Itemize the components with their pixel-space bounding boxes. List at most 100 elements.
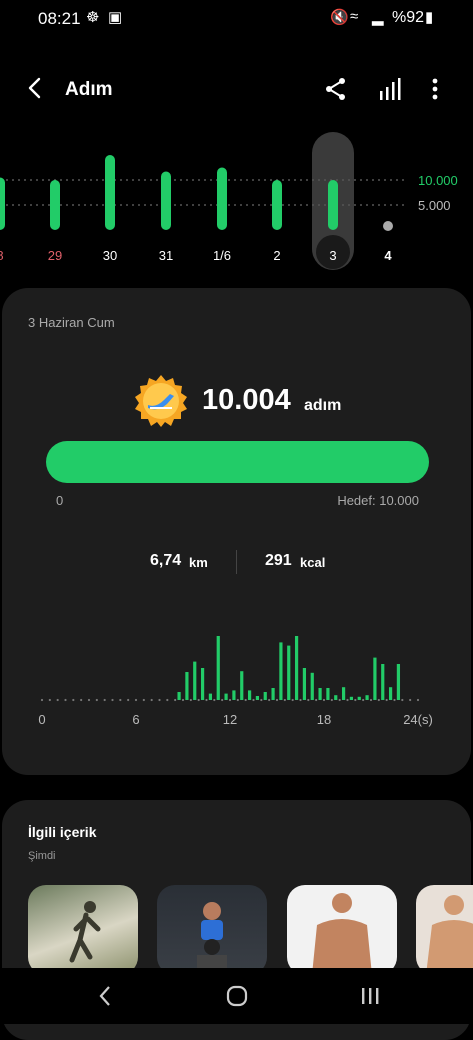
fitness-figure-icon [426, 895, 473, 975]
top-app-bar: Adım [0, 66, 473, 116]
hourly-baseline-dot [393, 698, 396, 702]
calories-value: 291 [265, 552, 292, 569]
share-icon[interactable] [323, 76, 349, 102]
steps-unit: adım [304, 397, 342, 414]
battery-icon: ▮ [425, 9, 434, 26]
hourly-bar [357, 696, 361, 700]
hourly-baseline-dot [385, 698, 388, 702]
hourly-bar [334, 695, 338, 700]
hourly-bar [216, 636, 220, 700]
chart-view-icon[interactable] [377, 76, 403, 102]
hourly-baseline-dot [275, 698, 279, 702]
related-thumbnail-fitness[interactable] [416, 885, 473, 975]
back-arrow-icon[interactable] [24, 76, 48, 100]
distance-unit: km [189, 555, 208, 570]
weekly-day-label[interactable]: 31 [159, 248, 173, 263]
hourly-baseline-dot [416, 698, 420, 702]
weekly-steps-chart[interactable]: 10.000 5.000 8 29 30 31 1/6 2 3 4 [0, 130, 473, 280]
hourly-bar [302, 668, 307, 700]
hourly-baseline-dot [205, 698, 208, 702]
hourly-bar [177, 692, 181, 700]
nav-recents-icon[interactable] [356, 982, 384, 1010]
hourly-bar [224, 693, 228, 700]
hourly-baseline-dot [158, 698, 161, 702]
hourly-bar [185, 672, 189, 700]
hourly-baseline-dot [268, 698, 271, 702]
hourly-bar [373, 657, 377, 700]
distance-value: 6,74 [150, 552, 182, 569]
weekly-day-label[interactable]: 4 [384, 248, 392, 263]
hourly-baseline-dot [228, 698, 232, 702]
hourly-bar [200, 668, 205, 700]
hourly-steps-chart: 0 6 12 18 24(s) [38, 636, 433, 727]
hourly-baseline-dot [87, 698, 91, 702]
hourly-baseline-dot [40, 698, 44, 702]
hourly-baseline-dot [80, 698, 83, 702]
hourly-bar [381, 664, 385, 700]
weekly-empty-dot[interactable] [383, 221, 393, 231]
selected-date: 3 Haziran Cum [28, 315, 115, 330]
hourly-bar [310, 672, 314, 700]
calories-unit: kcal [300, 555, 326, 570]
more-options-icon[interactable] [422, 76, 448, 102]
hourly-baseline-dot [322, 698, 326, 702]
progress-start-label: 0 [56, 493, 64, 508]
hourly-baseline-dot [330, 698, 333, 702]
hourly-baseline-dot [213, 698, 216, 702]
hourly-baseline-dot [150, 698, 153, 702]
hourly-bar [341, 687, 346, 700]
weekly-bar[interactable] [217, 167, 227, 231]
stat-divider [236, 550, 237, 574]
hourly-bar [318, 688, 322, 700]
hourly-baseline-dot [166, 698, 169, 702]
nav-back-icon[interactable] [92, 982, 120, 1010]
related-thumbnail-kettlebell[interactable] [157, 885, 267, 975]
weekly-bar[interactable] [161, 171, 171, 231]
page-title: Adım [65, 79, 113, 100]
hourly-tick-label: 6 [132, 712, 139, 727]
gallery-icon: ▣ [108, 9, 123, 26]
hourly-baseline-dot [252, 698, 255, 702]
hourly-tick-label: 24(s) [403, 712, 433, 727]
hourly-baseline-dot [346, 698, 349, 702]
hourly-baseline-dot [189, 698, 192, 702]
hourly-baseline-dot [409, 698, 412, 702]
hourly-bar [193, 661, 197, 700]
hourly-baseline-dot [377, 698, 380, 702]
status-time: 08:21 [38, 9, 81, 28]
related-thumbnail-running[interactable] [28, 885, 138, 975]
weekly-day-label[interactable]: 30 [103, 248, 117, 263]
weekly-day-label[interactable]: 8 [0, 248, 4, 263]
related-thumbnail-bodybuilder[interactable] [287, 885, 397, 975]
mute-icon: 🔇 [330, 9, 349, 26]
hourly-bar [294, 636, 299, 700]
runner-figure-icon [69, 901, 101, 963]
hourly-baseline-dot [354, 698, 357, 702]
hourly-baseline-dot [362, 698, 365, 702]
hourly-baseline-dot [221, 698, 224, 702]
hourly-baseline-dot [369, 698, 373, 702]
related-content-title: İlgili içerik [28, 824, 97, 840]
notification-icon: ☸ [86, 9, 100, 26]
hourly-bar [271, 688, 275, 700]
nav-home-icon[interactable] [223, 982, 251, 1010]
weekly-bar[interactable] [50, 180, 60, 230]
weekly-day-label[interactable]: 1/6 [213, 248, 231, 263]
hourly-baseline-dot [72, 698, 75, 702]
hourly-bar [232, 690, 236, 700]
weekly-day-label[interactable]: 2 [273, 248, 280, 263]
hourly-bar [365, 695, 369, 700]
weekly-bar[interactable] [105, 155, 115, 230]
hourly-tick-label: 12 [223, 712, 237, 727]
weekly-bar[interactable] [0, 177, 5, 231]
bodybuilder-figure-icon [312, 893, 372, 975]
hourly-baseline-dot [291, 698, 294, 702]
weekly-day-label[interactable]: 29 [48, 248, 62, 263]
hourly-bar [255, 696, 260, 700]
weekly-bar[interactable] [328, 179, 338, 230]
weekly-day-label[interactable]: 3 [329, 248, 336, 263]
hourly-baseline-dot [119, 698, 122, 702]
weekly-bar[interactable] [272, 180, 282, 230]
battery-percent: %92 [392, 9, 425, 26]
steps-count: 10.004 [202, 384, 291, 416]
